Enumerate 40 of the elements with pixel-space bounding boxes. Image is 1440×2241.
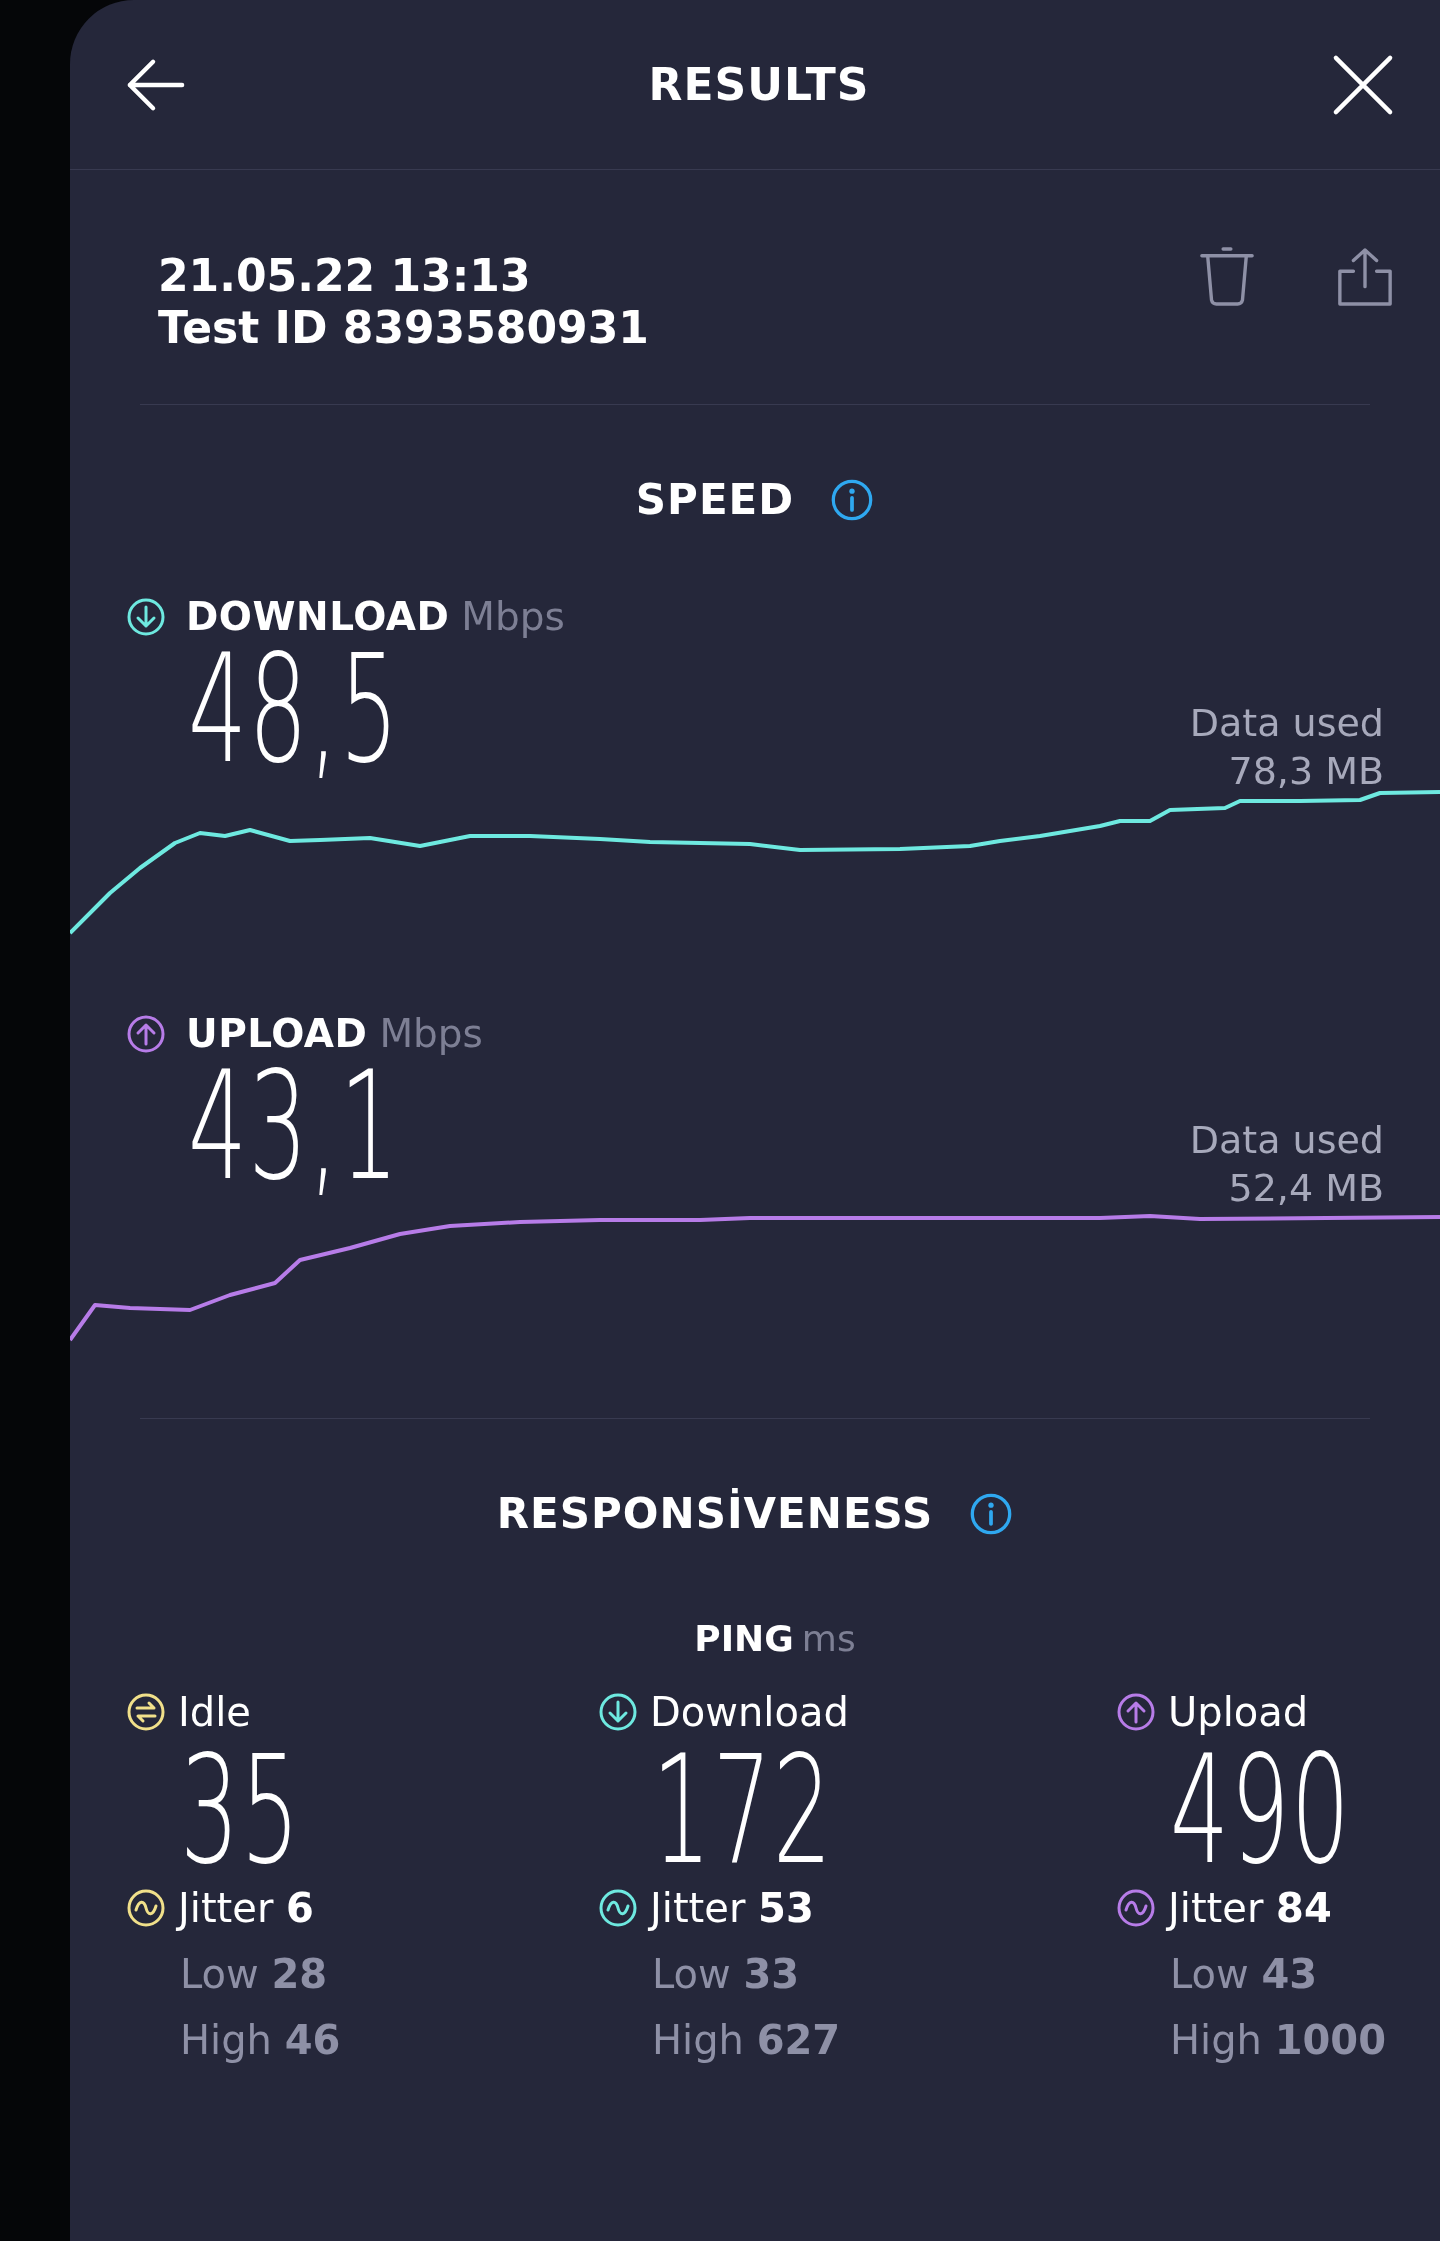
test-date: 21.05.22 13:13 [158, 250, 532, 302]
wave-icon [1116, 1888, 1156, 1928]
unit-label: Mbps [379, 1011, 483, 1056]
ping-type-label: Download [650, 1689, 849, 1735]
screen-title: RESULTS [648, 59, 870, 110]
section-title: RESPONSİVENESS [496, 1489, 934, 1538]
high-value: High 1000 [1170, 2017, 1387, 2063]
ping-type-label: Upload [1168, 1689, 1309, 1735]
data-used-label: Data used [1189, 700, 1384, 747]
low-value: Low 33 [652, 1951, 801, 1997]
ping-value: 35 [180, 1735, 301, 1885]
jitter-value: Jitter 6 [178, 1885, 314, 1931]
low-value: Low 28 [180, 1951, 329, 1997]
ping-value: 172 [652, 1735, 834, 1885]
test-id: Test ID 8393580931 [158, 302, 649, 354]
share-icon[interactable] [1336, 246, 1394, 308]
speed-value: 43,1 [188, 1056, 401, 1196]
data-used-label: Data used [1189, 1117, 1384, 1164]
jitter-value: Jitter 53 [650, 1885, 814, 1931]
ping-type-label: Idle [178, 1689, 251, 1735]
data-used-value: 78,3 MB [1227, 748, 1384, 795]
close-icon[interactable] [1332, 53, 1394, 116]
ping-value: 490 [1170, 1735, 1352, 1885]
ping-label: PING [694, 1618, 794, 1659]
unit-label: ms [801, 1618, 856, 1659]
speed-label: UPLOAD [186, 1011, 368, 1056]
info-icon[interactable] [830, 477, 875, 522]
section-title: SPEED [635, 475, 795, 524]
high-value: High 46 [180, 2017, 342, 2063]
wave-icon [598, 1888, 638, 1928]
low-value: Low 43 [1170, 1951, 1319, 1997]
jitter-value: Jitter 84 [1168, 1885, 1332, 1931]
unit-label: Mbps [461, 594, 565, 639]
info-icon[interactable] [969, 1491, 1014, 1536]
wave-icon [126, 1888, 166, 1928]
data-used-value: 52,4 MB [1227, 1165, 1384, 1212]
speed-value: 48,5 [188, 639, 401, 779]
speed-label: DOWNLOAD [186, 594, 450, 639]
high-value: High 627 [652, 2017, 842, 2063]
trash-icon[interactable] [1198, 246, 1256, 308]
